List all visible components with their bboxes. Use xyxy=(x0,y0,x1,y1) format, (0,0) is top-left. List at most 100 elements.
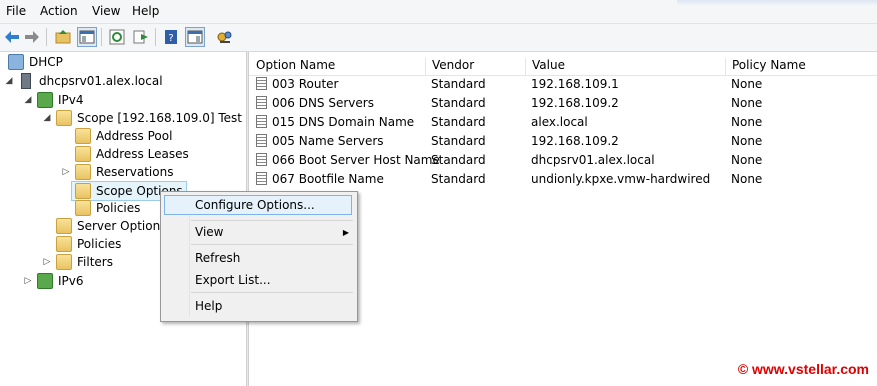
toolbar-separator xyxy=(155,28,156,46)
table-row[interactable]: 066 Boot Server Host Name Standard dhcps… xyxy=(249,151,877,170)
snapin-icon xyxy=(217,31,232,43)
tree-node-label: dhcpsrv01.alex.local xyxy=(39,74,163,88)
tree-node-dhcp[interactable]: DHCP xyxy=(8,53,63,71)
expand-arrow-icon[interactable]: ▷ xyxy=(61,167,71,177)
tree-node-label: Filters xyxy=(77,255,113,269)
column-header-option-name[interactable]: Option Name xyxy=(250,58,426,76)
option-name: 006 DNS Servers xyxy=(272,96,374,110)
toolbar: ? xyxy=(0,24,877,52)
tree-node-server[interactable]: ◢ dhcpsrv01.alex.local xyxy=(4,72,163,90)
tree-node-label: Server Options xyxy=(77,219,167,233)
menu-action[interactable]: Action xyxy=(40,4,78,18)
context-menu: Configure Options... View ▶ Refresh Expo… xyxy=(160,191,358,322)
folder-icon xyxy=(56,236,72,252)
tree-node-server-options[interactable]: Server Options xyxy=(56,217,166,235)
column-header-policy-name[interactable]: Policy Name xyxy=(726,58,877,76)
option-policy: None xyxy=(731,134,763,148)
option-icon xyxy=(256,115,267,128)
menu-help[interactable]: Help xyxy=(132,4,159,18)
option-value: alex.local xyxy=(531,115,588,129)
option-vendor: Standard xyxy=(431,134,486,148)
up-folder-icon xyxy=(55,30,71,44)
tree-node-address-pool[interactable]: Address Pool xyxy=(75,127,172,145)
folder-icon xyxy=(56,110,72,126)
help-icon: ? xyxy=(165,30,177,44)
menu-bar: File Action View Help xyxy=(0,0,877,24)
table-row[interactable]: 006 DNS Servers Standard 192.168.109.2 N… xyxy=(249,94,877,113)
option-value: dhcpsrv01.alex.local xyxy=(531,153,655,167)
ipv4-icon xyxy=(37,92,53,108)
option-value: 192.168.109.2 xyxy=(531,134,619,148)
tree-node-scope[interactable]: ◢ Scope [192.168.109.0] Test xyxy=(42,109,242,127)
menu-view[interactable]: View xyxy=(92,4,120,18)
menu-item-refresh[interactable]: Refresh xyxy=(195,251,240,265)
option-icon xyxy=(256,77,267,90)
tree-node-label: IPv4 xyxy=(58,93,84,107)
table-row[interactable]: 003 Router Standard 192.168.109.1 None xyxy=(249,75,877,94)
back-button[interactable] xyxy=(2,27,22,47)
menu-separator xyxy=(191,292,353,293)
show-hide-tree-button[interactable] xyxy=(77,27,97,47)
option-icon xyxy=(256,172,267,185)
tree-node-label: Address Leases xyxy=(96,147,189,161)
help-button[interactable]: ? xyxy=(161,27,181,47)
folder-icon xyxy=(75,183,91,199)
folder-icon xyxy=(75,164,91,180)
menu-separator xyxy=(191,244,353,245)
menu-item-configure-options[interactable]: Configure Options... xyxy=(195,198,315,212)
option-value: 192.168.109.2 xyxy=(531,96,619,110)
menu-item-export-list[interactable]: Export List... xyxy=(195,273,271,287)
server-icon xyxy=(21,73,31,89)
option-policy: None xyxy=(731,115,763,129)
option-vendor: Standard xyxy=(431,153,486,167)
menu-file[interactable]: File xyxy=(6,4,26,18)
tree-node-ipv6[interactable]: ▷ IPv6 xyxy=(23,272,84,290)
back-icon xyxy=(5,31,19,43)
export-list-icon xyxy=(133,30,148,44)
collapse-arrow-icon[interactable]: ◢ xyxy=(42,113,52,123)
table-row[interactable]: 015 DNS Domain Name Standard alex.local … xyxy=(249,113,877,132)
menu-item-view[interactable]: View xyxy=(195,225,223,239)
column-header-vendor[interactable]: Vendor xyxy=(426,58,526,76)
option-policy: None xyxy=(731,153,763,167)
folder-icon xyxy=(75,200,91,216)
forward-button[interactable] xyxy=(22,27,42,47)
option-policy: None xyxy=(731,77,763,91)
tree-node-policies-scope[interactable]: Policies xyxy=(75,199,140,217)
option-name: 066 Boot Server Host Name xyxy=(272,153,440,167)
tree-node-label: DHCP xyxy=(29,55,63,69)
tree-node-label: Policies xyxy=(77,237,122,251)
tree-node-reservations[interactable]: ▷ Reservations xyxy=(61,163,173,181)
option-policy: None xyxy=(731,172,763,186)
up-folder-button[interactable] xyxy=(53,27,73,47)
option-name: 015 DNS Domain Name xyxy=(272,115,415,129)
snapin-button[interactable] xyxy=(215,27,235,47)
tree-node-label: IPv6 xyxy=(58,274,84,288)
tree-node-filters[interactable]: ▷ Filters xyxy=(42,253,113,271)
option-vendor: Standard xyxy=(431,172,486,186)
properties-button[interactable] xyxy=(185,27,205,47)
filter-folder-icon xyxy=(56,254,72,270)
option-policy: None xyxy=(731,96,763,110)
expand-arrow-icon[interactable]: ▷ xyxy=(42,257,52,267)
refresh-button[interactable] xyxy=(107,27,127,47)
toolbar-separator xyxy=(46,28,47,46)
table-row[interactable]: 005 Name Servers Standard 192.168.109.2 … xyxy=(249,132,877,151)
watermark: © www.vstellar.com xyxy=(737,361,869,377)
folder-clock-icon xyxy=(75,146,91,162)
column-header-value[interactable]: Value xyxy=(526,58,726,76)
expand-arrow-icon[interactable]: ▷ xyxy=(23,276,33,286)
menu-separator xyxy=(191,220,353,221)
table-row[interactable]: 067 Bootfile Name Standard undionly.kpxe… xyxy=(249,170,877,189)
collapse-arrow-icon[interactable]: ◢ xyxy=(23,95,33,105)
tree-node-policies[interactable]: Policies xyxy=(56,235,121,253)
option-vendor: Standard xyxy=(431,77,486,91)
menu-item-help[interactable]: Help xyxy=(195,299,222,313)
option-name: 067 Bootfile Name xyxy=(272,172,384,186)
tree-node-address-leases[interactable]: Address Leases xyxy=(75,145,189,163)
option-icon xyxy=(256,96,267,109)
tree-node-ipv4[interactable]: ◢ IPv4 xyxy=(23,91,84,109)
export-list-button[interactable] xyxy=(131,27,151,47)
collapse-arrow-icon[interactable]: ◢ xyxy=(4,76,14,86)
option-vendor: Standard xyxy=(431,96,486,110)
